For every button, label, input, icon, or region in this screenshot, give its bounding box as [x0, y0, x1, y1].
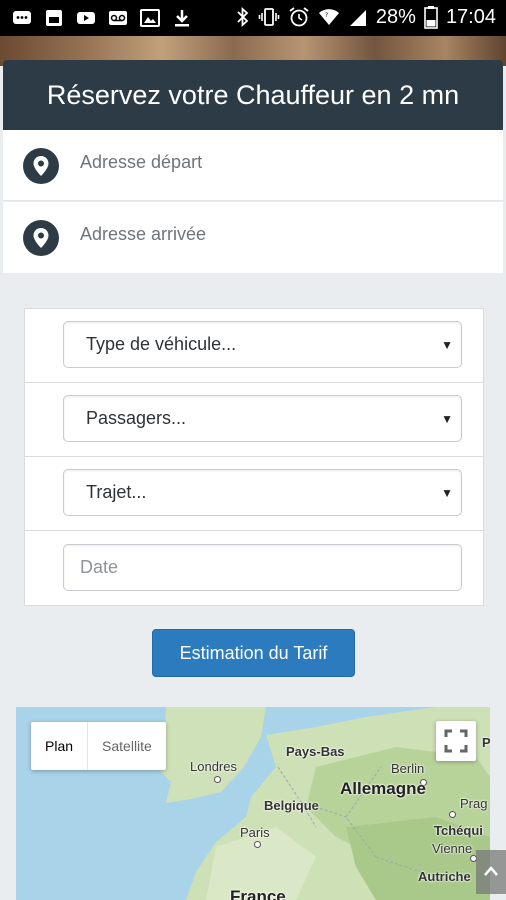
signal-icon [349, 10, 366, 26]
page-title: Réservez votre Chauffeur en 2 mn [3, 60, 503, 130]
date-placeholder: Date [80, 557, 119, 577]
vehicle-type-value: Type de véhicule... [86, 334, 237, 354]
form-row-date: Date [25, 532, 483, 606]
passengers-value: Passagers... [86, 408, 187, 428]
form-row-vehicle: Type de véhicule... ▼ [25, 309, 483, 383]
arrival-address-placeholder: Adresse arrivée [80, 224, 207, 244]
battery-percent: 28% [375, 5, 416, 28]
download-icon [175, 10, 189, 27]
chevron-up-icon [484, 866, 498, 876]
city-marker [449, 811, 456, 818]
dropdown-arrow-icon: ▼ [441, 338, 453, 352]
city-marker [254, 841, 261, 848]
arrival-address-field[interactable]: Adresse arrivée [3, 202, 503, 273]
map-type-control: Plan Satellite [31, 722, 166, 770]
svg-text:?: ? [325, 12, 328, 19]
bluetooth-icon [237, 6, 249, 28]
passengers-select[interactable]: Passagers... ▼ [63, 395, 462, 442]
image-icon [46, 10, 62, 26]
map-label-allemagne: Allemagne [340, 779, 426, 798]
vibrate-icon [258, 8, 280, 26]
map-label-paris: Paris [240, 825, 270, 840]
fullscreen-button[interactable] [436, 721, 476, 761]
message-icon [13, 11, 31, 24]
map-label-france: France [230, 887, 286, 900]
wifi-icon: ? [318, 9, 339, 25]
city-marker [214, 776, 221, 783]
trip-value: Trajet... [86, 482, 147, 502]
departure-address-field[interactable]: Adresse départ [3, 130, 503, 201]
form-row-passengers: Passagers... ▼ [25, 383, 483, 457]
dropdown-arrow-icon: ▼ [441, 412, 453, 426]
map-label-belgique: Belgique [264, 798, 319, 813]
scroll-to-top-button[interactable] [476, 850, 506, 894]
map-label-londres: Londres [190, 759, 237, 774]
youtube-icon [77, 12, 95, 24]
voicemail-icon [109, 11, 127, 25]
form-row-trip: Trajet... ▼ [25, 457, 483, 531]
map-label-edge: P [482, 735, 490, 750]
map-label-tcheque: Tchéqui [434, 823, 483, 838]
map-type-plan-button[interactable]: Plan [31, 722, 89, 770]
map-label-prag: Prag [460, 796, 488, 811]
vehicle-type-select[interactable]: Type de véhicule... ▼ [63, 321, 462, 368]
date-input[interactable]: Date [63, 544, 462, 591]
status-bar: ? 28% 17:04 [0, 0, 506, 36]
alarm-icon [289, 7, 309, 27]
location-pin-icon [23, 148, 59, 184]
map-label-autriche: Autriche [418, 869, 471, 884]
trip-select[interactable]: Trajet... ▼ [63, 469, 462, 516]
clock: 17:04 [445, 5, 496, 28]
departure-address-placeholder: Adresse départ [80, 152, 203, 172]
dropdown-arrow-icon: ▼ [441, 486, 453, 500]
map-label-vienne: Vienne [432, 841, 473, 856]
booking-form: Type de véhicule... ▼ Passagers... ▼ Tra… [24, 308, 484, 606]
map-label-berlin: Berlin [391, 761, 425, 776]
fullscreen-icon [444, 729, 468, 753]
estimate-fare-button[interactable]: Estimation du Tarif [152, 629, 355, 677]
map-label-pays-bas: Pays-Bas [286, 744, 345, 759]
battery-icon [424, 6, 438, 29]
location-pin-icon [23, 220, 59, 256]
map[interactable]: Plan Satellite Pays-Bas Londres Berlin A… [16, 707, 490, 900]
map-type-satellite-button[interactable]: Satellite [88, 722, 166, 770]
gallery-icon [140, 9, 160, 27]
